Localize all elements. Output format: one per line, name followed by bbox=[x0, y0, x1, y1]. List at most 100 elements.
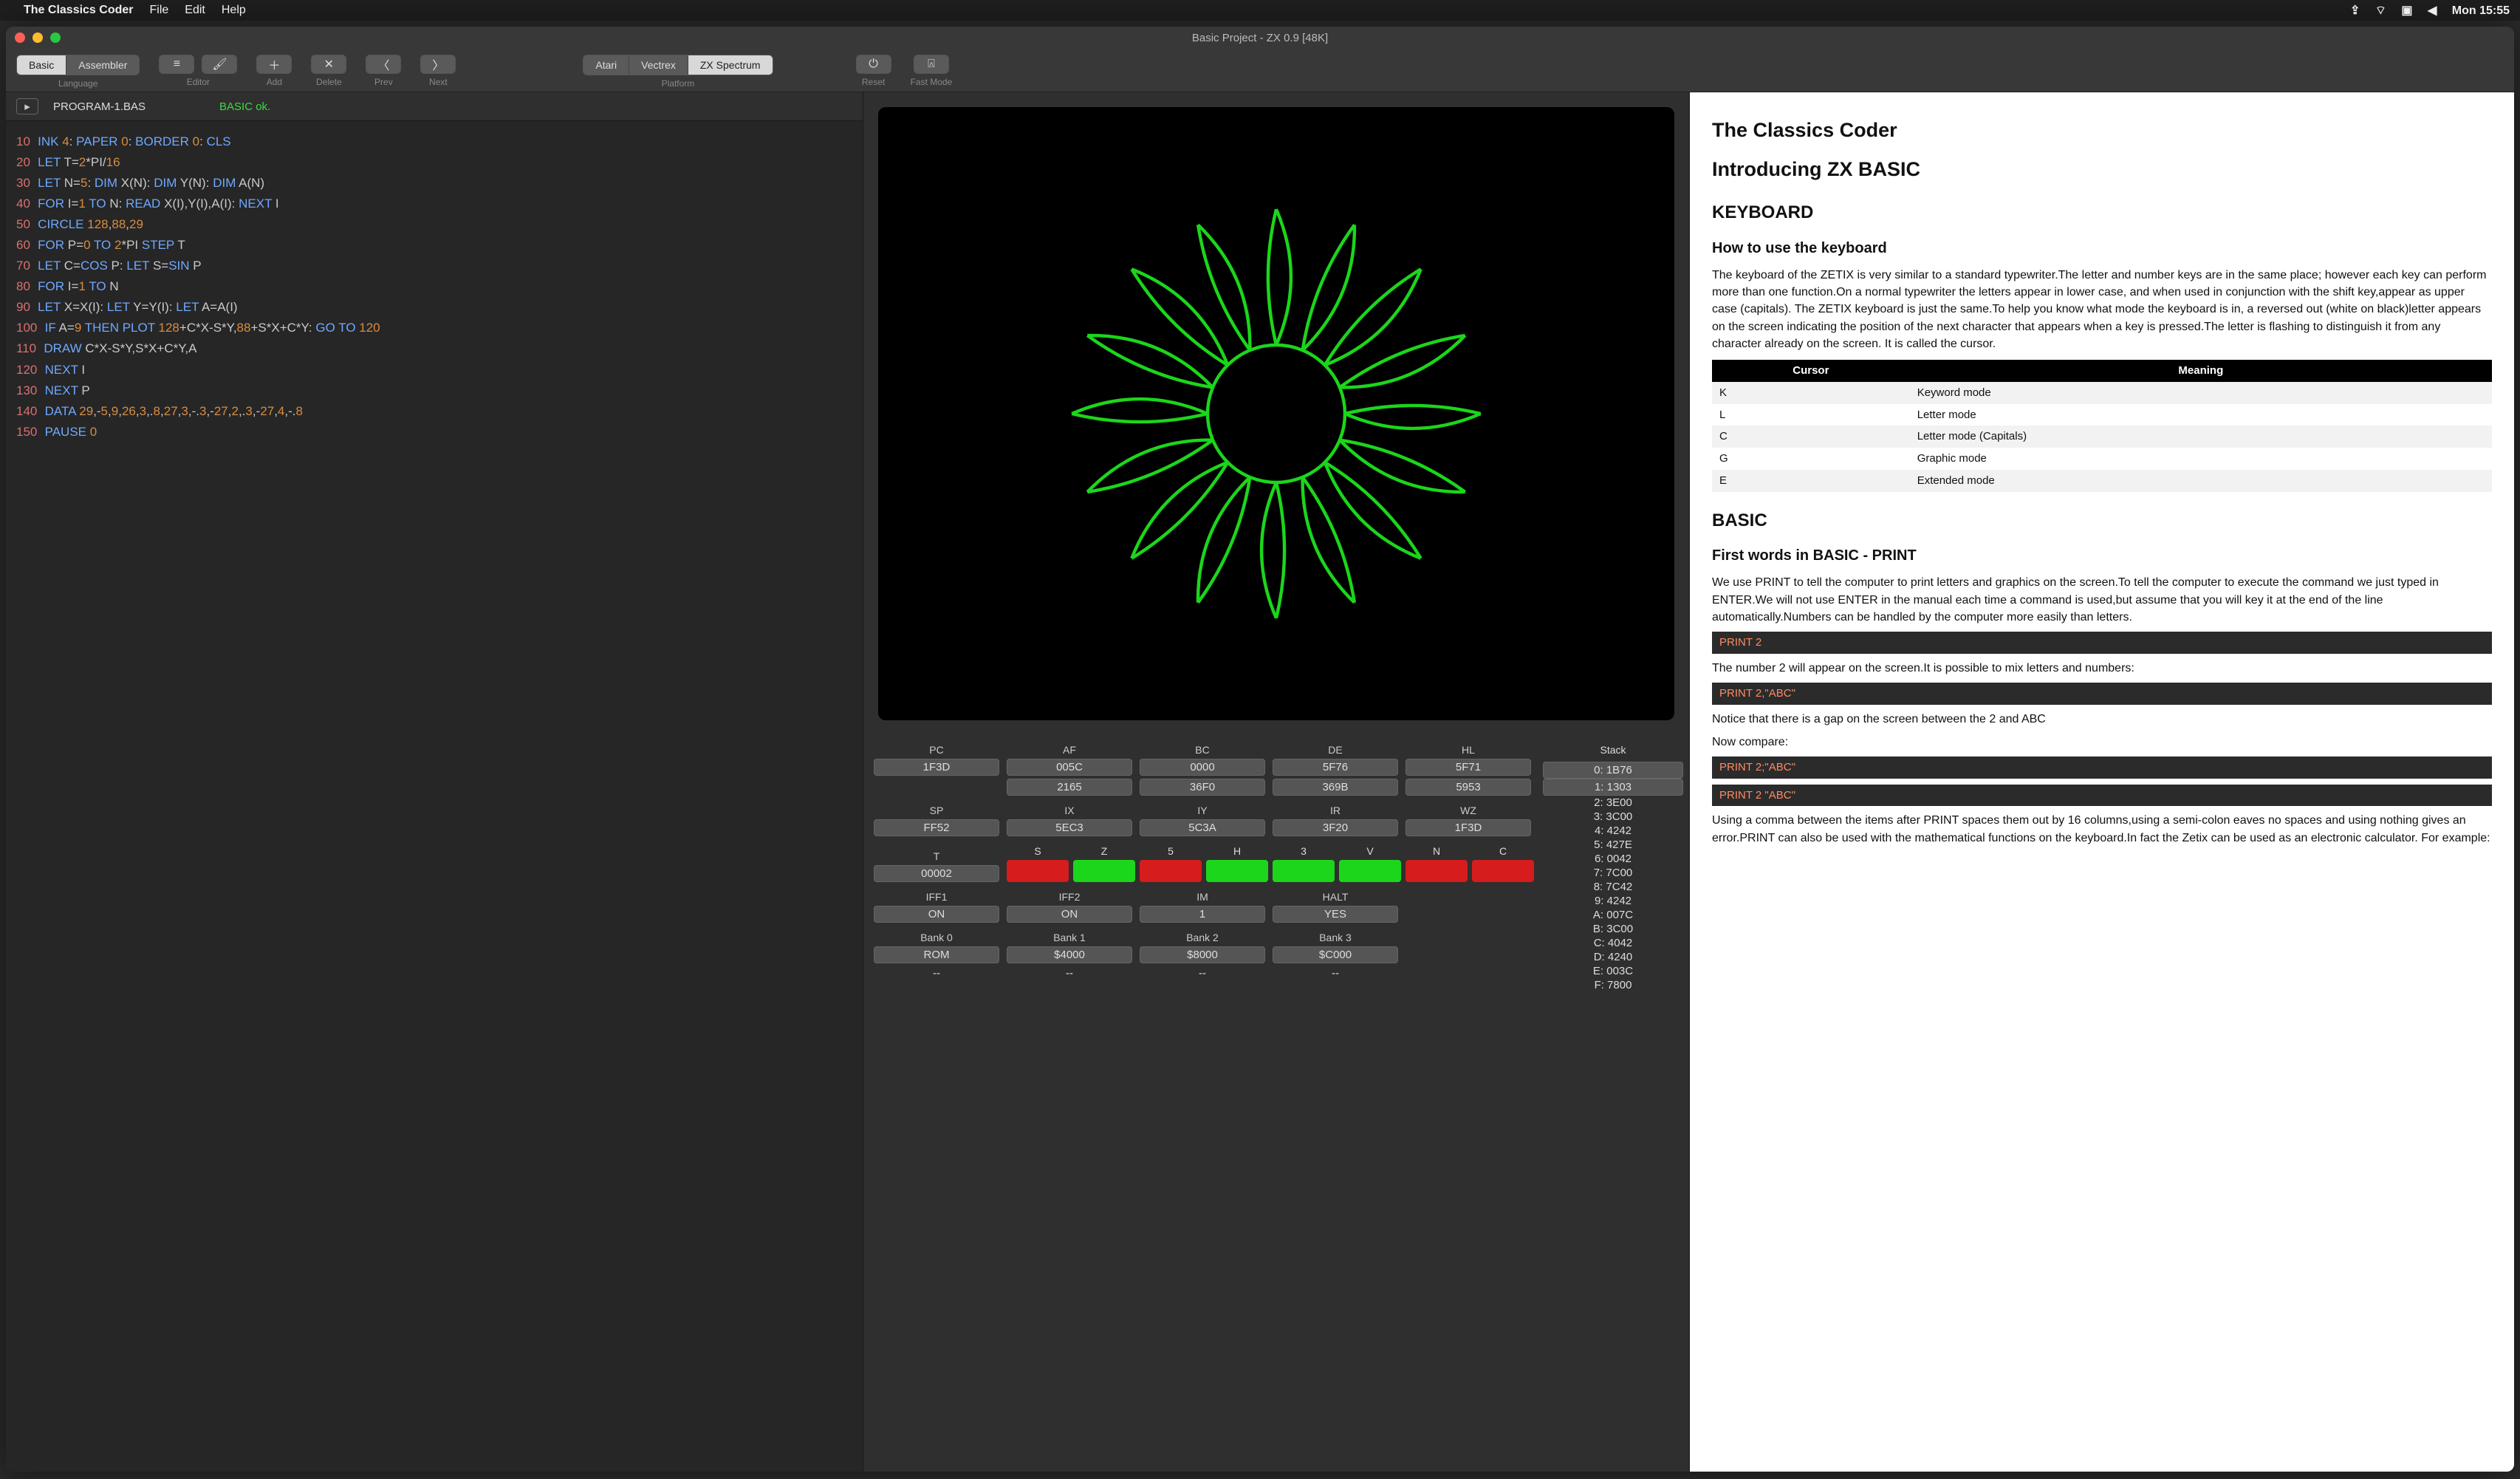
reg-IM: IM1 bbox=[1140, 891, 1265, 923]
reset-button[interactable]: ⏻ bbox=[856, 55, 891, 74]
airdrop-icon[interactable]: ⇪ bbox=[2350, 4, 2360, 17]
language-basic[interactable]: Basic bbox=[17, 55, 66, 75]
app-window: Basic Project - ZX 0.9 [48K] Basic Assem… bbox=[6, 27, 2514, 1472]
wifi-icon[interactable]: ⌔ bbox=[2375, 4, 2386, 17]
editor-pane: ▸ PROGRAM-1.BAS BASIC ok. 10 INK 4: PAPE… bbox=[6, 92, 863, 1472]
reg-WZ: WZ1F3D bbox=[1405, 805, 1531, 836]
delete-label: Delete bbox=[316, 77, 342, 87]
file-bar: ▸ PROGRAM-1.BAS BASIC ok. bbox=[6, 92, 863, 121]
stack-row: B: 3C00 bbox=[1543, 922, 1683, 936]
output-graphic bbox=[1047, 185, 1505, 643]
statusbar-right: ⇪ ⌔ ▣ ◀ Mon 15:55 bbox=[2338, 3, 2510, 18]
table-row: LLetter mode bbox=[1712, 404, 2492, 426]
flag-3 bbox=[1273, 860, 1335, 882]
doc-h-basic: BASIC bbox=[1712, 508, 2492, 534]
doc-p3b: Now compare: bbox=[1712, 734, 2492, 751]
cmd-4: PRINT 2 "ABC" bbox=[1712, 785, 2492, 807]
stack-row: 7: 7C00 bbox=[1543, 866, 1683, 880]
reg-IR: IR3F20 bbox=[1273, 805, 1398, 836]
stack-row: 6: 0042 bbox=[1543, 852, 1683, 866]
flag-Z bbox=[1073, 860, 1135, 882]
volume-icon[interactable]: ◀ bbox=[2428, 4, 2437, 17]
status-text: BASIC ok. bbox=[219, 100, 270, 113]
flag-V bbox=[1339, 860, 1401, 882]
system-menubar: The Classics Coder File Edit Help ⇪ ⌔ ▣ … bbox=[0, 0, 2520, 21]
t-label: T bbox=[934, 850, 940, 862]
stack-row: A: 007C bbox=[1543, 908, 1683, 922]
next-button[interactable]: 〉 bbox=[420, 55, 456, 74]
code-editor[interactable]: 10 INK 4: PAPER 0: BORDER 0: CLS 20 LET … bbox=[6, 121, 863, 1472]
stack-label: Stack bbox=[1543, 744, 1683, 756]
emulator-pane: PC1F3D AF005C2165BC000036F0DE5F76369BHL5… bbox=[863, 92, 1690, 1472]
language-assembler[interactable]: Assembler bbox=[66, 55, 139, 75]
cmd-3: PRINT 2;"ABC" bbox=[1712, 756, 2492, 779]
emulator-screen bbox=[878, 107, 1674, 720]
add-button[interactable]: ＋ bbox=[256, 55, 292, 74]
editor-group: ≡ 🖌 Editor bbox=[159, 55, 237, 87]
doc-subtitle: Introducing ZX BASIC bbox=[1712, 155, 2492, 184]
prev-label: Prev bbox=[374, 77, 393, 87]
cursor-table: CursorMeaning KKeyword modeLLetter modeC… bbox=[1712, 360, 2492, 492]
reg-IX: IX5EC3 bbox=[1007, 805, 1132, 836]
stack-panel: Stack 0: 1B761: 13032: 3E003: 3C004: 424… bbox=[1543, 744, 1683, 992]
editor-lines-button[interactable]: ≡ bbox=[159, 55, 194, 74]
editor-brush-button[interactable]: 🖌 bbox=[202, 55, 237, 74]
menubar-clock[interactable]: Mon 15:55 bbox=[2452, 4, 2510, 17]
stack-row: 5: 427E bbox=[1543, 838, 1683, 852]
stack-row: C: 4042 bbox=[1543, 936, 1683, 950]
doc-h-use: How to use the keyboard bbox=[1712, 238, 2492, 259]
platform-label: Platform bbox=[662, 78, 695, 89]
debugger-panel: PC1F3D AF005C2165BC000036F0DE5F76369BHL5… bbox=[863, 735, 1689, 1001]
bank-Bank 0: Bank 0ROM-- bbox=[874, 932, 999, 980]
next-label: Next bbox=[429, 77, 448, 87]
platform-atari[interactable]: Atari bbox=[583, 55, 629, 75]
editor-label: Editor bbox=[187, 77, 210, 87]
doc-p-kb: The keyboard of the ZETIX is very simila… bbox=[1712, 267, 2492, 352]
flag-H bbox=[1206, 860, 1268, 882]
reg-IFF1: IFF1ON bbox=[874, 891, 999, 923]
doc-pane[interactable]: The Classics Coder Introducing ZX BASIC … bbox=[1690, 92, 2514, 1472]
reg-DE: DE5F76369B bbox=[1273, 744, 1398, 796]
flag-S bbox=[1007, 860, 1069, 882]
cmd-1: PRINT 2 bbox=[1712, 632, 2492, 654]
table-row: CLetter mode (Capitals) bbox=[1712, 426, 2492, 448]
reg-BC: BC000036F0 bbox=[1140, 744, 1265, 796]
platform-group: Atari Vectrex ZX Spectrum Platform bbox=[583, 55, 773, 89]
reg-HL: HL5F715953 bbox=[1405, 744, 1531, 796]
prev-button[interactable]: 〈 bbox=[366, 55, 401, 74]
stack-row: 3: 3C00 bbox=[1543, 810, 1683, 824]
reg-AF: AF005C2165 bbox=[1007, 744, 1132, 796]
doc-p4: Using a comma between the items after PR… bbox=[1712, 812, 2492, 846]
window-titlebar: Basic Project - ZX 0.9 [48K] bbox=[6, 27, 2514, 49]
run-button[interactable]: ▸ bbox=[16, 98, 38, 115]
doc-h-keyboard: KEYBOARD bbox=[1712, 200, 2492, 226]
reg-SP: SPFF52 bbox=[874, 805, 999, 836]
stack-row: 9: 4242 bbox=[1543, 894, 1683, 908]
stack-row: 0: 1B76 bbox=[1543, 762, 1683, 779]
app-name[interactable]: The Classics Coder bbox=[24, 4, 134, 17]
table-row: KKeyword mode bbox=[1712, 382, 2492, 404]
table-row: EExtended mode bbox=[1712, 470, 2492, 492]
menu-edit[interactable]: Edit bbox=[185, 4, 205, 17]
window-title: Basic Project - ZX 0.9 [48K] bbox=[6, 32, 2514, 44]
control-center-icon[interactable]: ▣ bbox=[2401, 4, 2412, 17]
table-row: GGraphic mode bbox=[1712, 448, 2492, 470]
platform-vectrex[interactable]: Vectrex bbox=[629, 55, 688, 75]
menu-help[interactable]: Help bbox=[222, 4, 246, 17]
doc-p3a: Notice that there is a gap on the screen… bbox=[1712, 711, 2492, 728]
stack-row: E: 003C bbox=[1543, 964, 1683, 978]
fast-label: Fast Mode bbox=[911, 77, 953, 87]
delete-button[interactable]: ✕ bbox=[311, 55, 346, 74]
language-label: Language bbox=[58, 78, 97, 89]
stack-row: 1: 1303 bbox=[1543, 779, 1683, 796]
fast-mode-button[interactable]: ⍓ bbox=[914, 55, 949, 74]
flag-C bbox=[1472, 860, 1534, 882]
menu-file[interactable]: File bbox=[150, 4, 169, 17]
bank-Bank 1: Bank 1$4000-- bbox=[1007, 932, 1132, 980]
reg-PC: PC1F3D bbox=[874, 744, 999, 796]
platform-zx[interactable]: ZX Spectrum bbox=[688, 55, 773, 75]
doc-p2: The number 2 will appear on the screen.I… bbox=[1712, 660, 2492, 677]
cmd-2: PRINT 2,"ABC" bbox=[1712, 683, 2492, 705]
file-name: PROGRAM-1.BAS bbox=[53, 100, 145, 113]
t-value: 00002 bbox=[874, 865, 999, 882]
